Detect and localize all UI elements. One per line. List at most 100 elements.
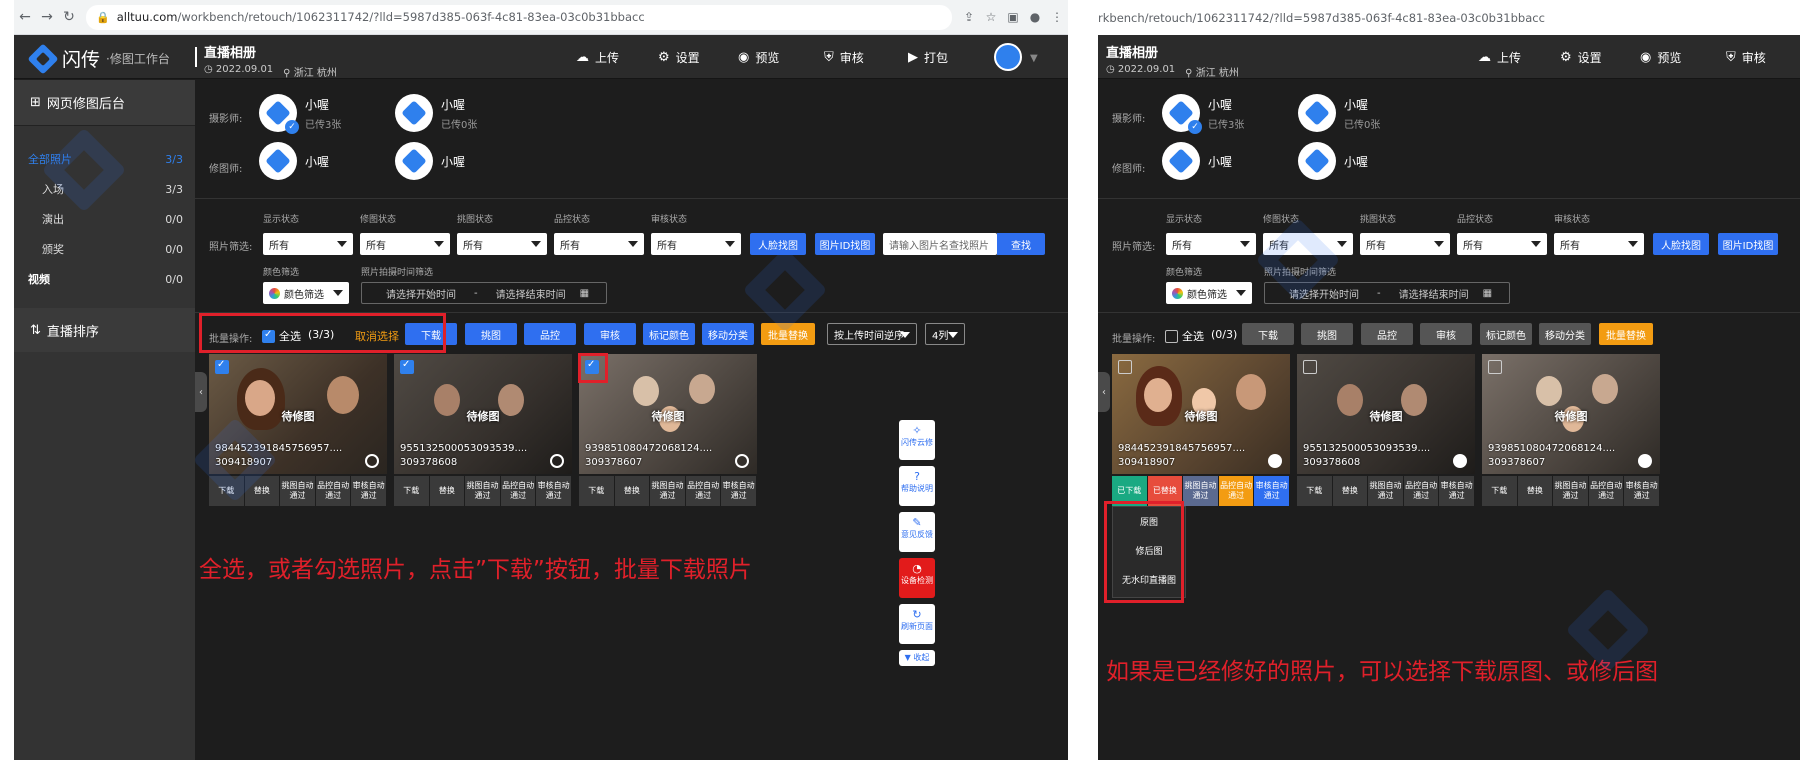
zoom-icon[interactable] — [365, 454, 379, 468]
upload-button[interactable]: ☁ 上传 — [576, 49, 619, 66]
zoom-icon[interactable] — [550, 454, 564, 468]
photographer-card[interactable]: 小喔 已传0张 — [395, 94, 477, 132]
qc-status-select[interactable]: 所有 — [1457, 233, 1547, 255]
pick-status-select[interactable]: 所有 — [457, 233, 547, 255]
cloud-retouch-button[interactable]: ✧ 闪传云修 — [899, 420, 935, 460]
device-check-button[interactable]: ◔ 设备检测 — [899, 558, 935, 598]
collapse-button[interactable]: ▼ 收起 — [899, 650, 935, 666]
id-search-button[interactable]: 图片ID找图 — [1718, 233, 1778, 255]
photo-checkbox[interactable] — [400, 359, 414, 374]
settings-button[interactable]: ⚙ 设置 — [658, 49, 700, 66]
review-button[interactable]: ⛨ 审核 — [1726, 49, 1766, 66]
select-all-checkbox[interactable] — [1165, 330, 1178, 343]
sidebar-title[interactable]: ⊞ 网页修图后台 — [14, 80, 195, 126]
photographer-card[interactable]: 小喔已传3张 — [259, 94, 341, 134]
mark-color-button[interactable]: 标记颜色 — [643, 323, 695, 345]
pick-button[interactable]: 挑图 — [465, 323, 517, 345]
preview-button[interactable]: ◉ 预览 — [738, 49, 779, 66]
share-icon[interactable]: ⇪ — [958, 6, 980, 28]
photographer-card[interactable]: 小喔 已传0张 — [1298, 94, 1380, 132]
settings-button[interactable]: ⚙ 设置 — [1560, 49, 1602, 66]
sidebar-item-award[interactable]: 颁奖 0/0 — [14, 234, 195, 264]
mark-color-button[interactable]: 标记颜色 — [1480, 323, 1532, 345]
forward-icon[interactable]: → — [36, 6, 58, 28]
retoucher-card[interactable]: 小喔 — [1162, 142, 1232, 180]
move-category-button[interactable]: 移动分类 — [1539, 323, 1591, 345]
more-icon[interactable]: ⋮ — [1046, 6, 1068, 28]
review-status-select[interactable]: 所有 — [651, 233, 741, 255]
display-status-select[interactable]: 所有 — [1166, 233, 1256, 255]
select-circle[interactable] — [1638, 454, 1652, 468]
search-input[interactable]: 请输入图片名查找照片 — [883, 233, 997, 255]
profile-icon[interactable]: ● — [1024, 6, 1046, 28]
chevron-down-icon[interactable]: ▼ — [1030, 53, 1038, 64]
retoucher-card[interactable]: 小喔 — [1298, 142, 1368, 180]
photo-download-button[interactable]: 下载 — [1297, 476, 1333, 506]
photo-replace-button[interactable]: 替换 — [1333, 476, 1369, 506]
color-filter-select[interactable]: 颜色筛选 — [1166, 282, 1252, 304]
face-search-button[interactable]: 人脸找图 — [1653, 233, 1709, 255]
retoucher-card[interactable]: 小喔 — [395, 142, 465, 180]
address-bar[interactable]: rkbench/retouch/1062311742/?lld=5987d385… — [1098, 5, 1794, 30]
pick-status-select[interactable]: 所有 — [1360, 233, 1450, 255]
display-status-select[interactable]: 所有 — [263, 233, 353, 255]
select-circle[interactable] — [1453, 454, 1467, 468]
user-avatar[interactable] — [994, 43, 1022, 71]
review-button[interactable]: ⛨ 审核 — [824, 49, 864, 66]
select-circle[interactable] — [1268, 454, 1282, 468]
star-icon[interactable]: ☆ — [980, 6, 1002, 28]
sidebar-item-show[interactable]: 演出 0/0 — [14, 204, 195, 234]
photo-card[interactable]: 待修图 939851080472068124....309378607 — [1482, 354, 1660, 474]
id-search-button[interactable]: 图片ID找图 — [815, 233, 875, 255]
sidebar-item-video[interactable]: 视频 0/0 — [14, 264, 195, 294]
feedback-button[interactable]: ✎ 意见反馈 — [899, 512, 935, 552]
batch-replace-button[interactable]: 批量替换 — [1599, 323, 1653, 345]
refresh-button[interactable]: ↻ 刷新页面 — [899, 604, 935, 644]
qc-button[interactable]: 品控 — [524, 323, 576, 345]
help-button[interactable]: ? 帮助说明 — [899, 466, 935, 506]
photo-checkbox[interactable] — [1118, 360, 1132, 374]
photographer-card[interactable]: 小喔已传3张 — [1162, 94, 1244, 134]
retouch-status-select[interactable]: 所有 — [360, 233, 450, 255]
upload-button[interactable]: ☁ 上传 — [1478, 49, 1521, 66]
search-button[interactable]: 查找 — [997, 233, 1045, 255]
qc-button[interactable]: 品控 — [1361, 323, 1413, 345]
collapse-sidebar-handle[interactable]: ‹ — [195, 372, 207, 412]
photo-replace-button[interactable]: 替换 — [615, 476, 651, 506]
photo-card[interactable]: 待修图 984452391845756957....309418907 — [1112, 354, 1290, 474]
qc-status-select[interactable]: 所有 — [554, 233, 644, 255]
photo-download-button[interactable]: 下载 — [1482, 476, 1518, 506]
photo-replace-button[interactable]: 替换 — [1518, 476, 1554, 506]
photo-status: 待修图 — [1184, 410, 1218, 423]
date-range-picker[interactable]: 请选择开始时间 - 请选择结束时间 ▦ — [361, 282, 607, 304]
photo-checkbox[interactable] — [215, 359, 229, 374]
pack-button[interactable]: ▶ 打包 — [908, 49, 948, 66]
photo-card[interactable]: 待修图 955132500053093539....309378608 — [394, 354, 572, 474]
photo-replace-button[interactable]: 替换 — [430, 476, 466, 506]
retoucher-card[interactable]: 小喔 — [259, 142, 329, 180]
preview-button[interactable]: ◉ 预览 — [1640, 49, 1681, 66]
pick-button[interactable]: 挑图 — [1301, 323, 1353, 345]
face-search-button[interactable]: 人脸找图 — [750, 233, 806, 255]
zoom-icon[interactable] — [735, 454, 749, 468]
reload-icon[interactable]: ↻ — [58, 6, 80, 28]
photo-download-button[interactable]: 下载 — [394, 476, 430, 506]
photo-checkbox[interactable] — [1488, 360, 1502, 374]
photo-download-button[interactable]: 下载 — [579, 476, 615, 506]
columns-select[interactable]: 4列 — [925, 323, 965, 345]
color-filter-select[interactable]: 颜色筛选 — [263, 282, 349, 304]
photo-card[interactable]: 待修图 955132500053093539....309378608 — [1297, 354, 1475, 474]
review-status-select[interactable]: 所有 — [1554, 233, 1644, 255]
review-batch-button[interactable]: 审核 — [1420, 323, 1472, 345]
sidebar-sort[interactable]: ⇅ 直播排序 — [14, 308, 195, 352]
review-batch-button[interactable]: 审核 — [584, 323, 636, 345]
collapse-sidebar-handle[interactable]: ‹ — [1098, 372, 1110, 412]
back-icon[interactable]: ← — [14, 6, 36, 28]
chevron-down-icon — [900, 332, 910, 338]
download-button[interactable]: 下载 — [1242, 323, 1294, 345]
photo-checkbox[interactable] — [1303, 360, 1317, 374]
address-bar[interactable]: 🔒 alltuu.com/workbench/retouch/106231174… — [86, 4, 952, 30]
move-category-button[interactable]: 移动分类 — [702, 323, 754, 345]
sort-select[interactable]: 按上传时间逆序 — [827, 323, 917, 345]
sidepanel-icon[interactable]: ▣ — [1002, 6, 1024, 28]
